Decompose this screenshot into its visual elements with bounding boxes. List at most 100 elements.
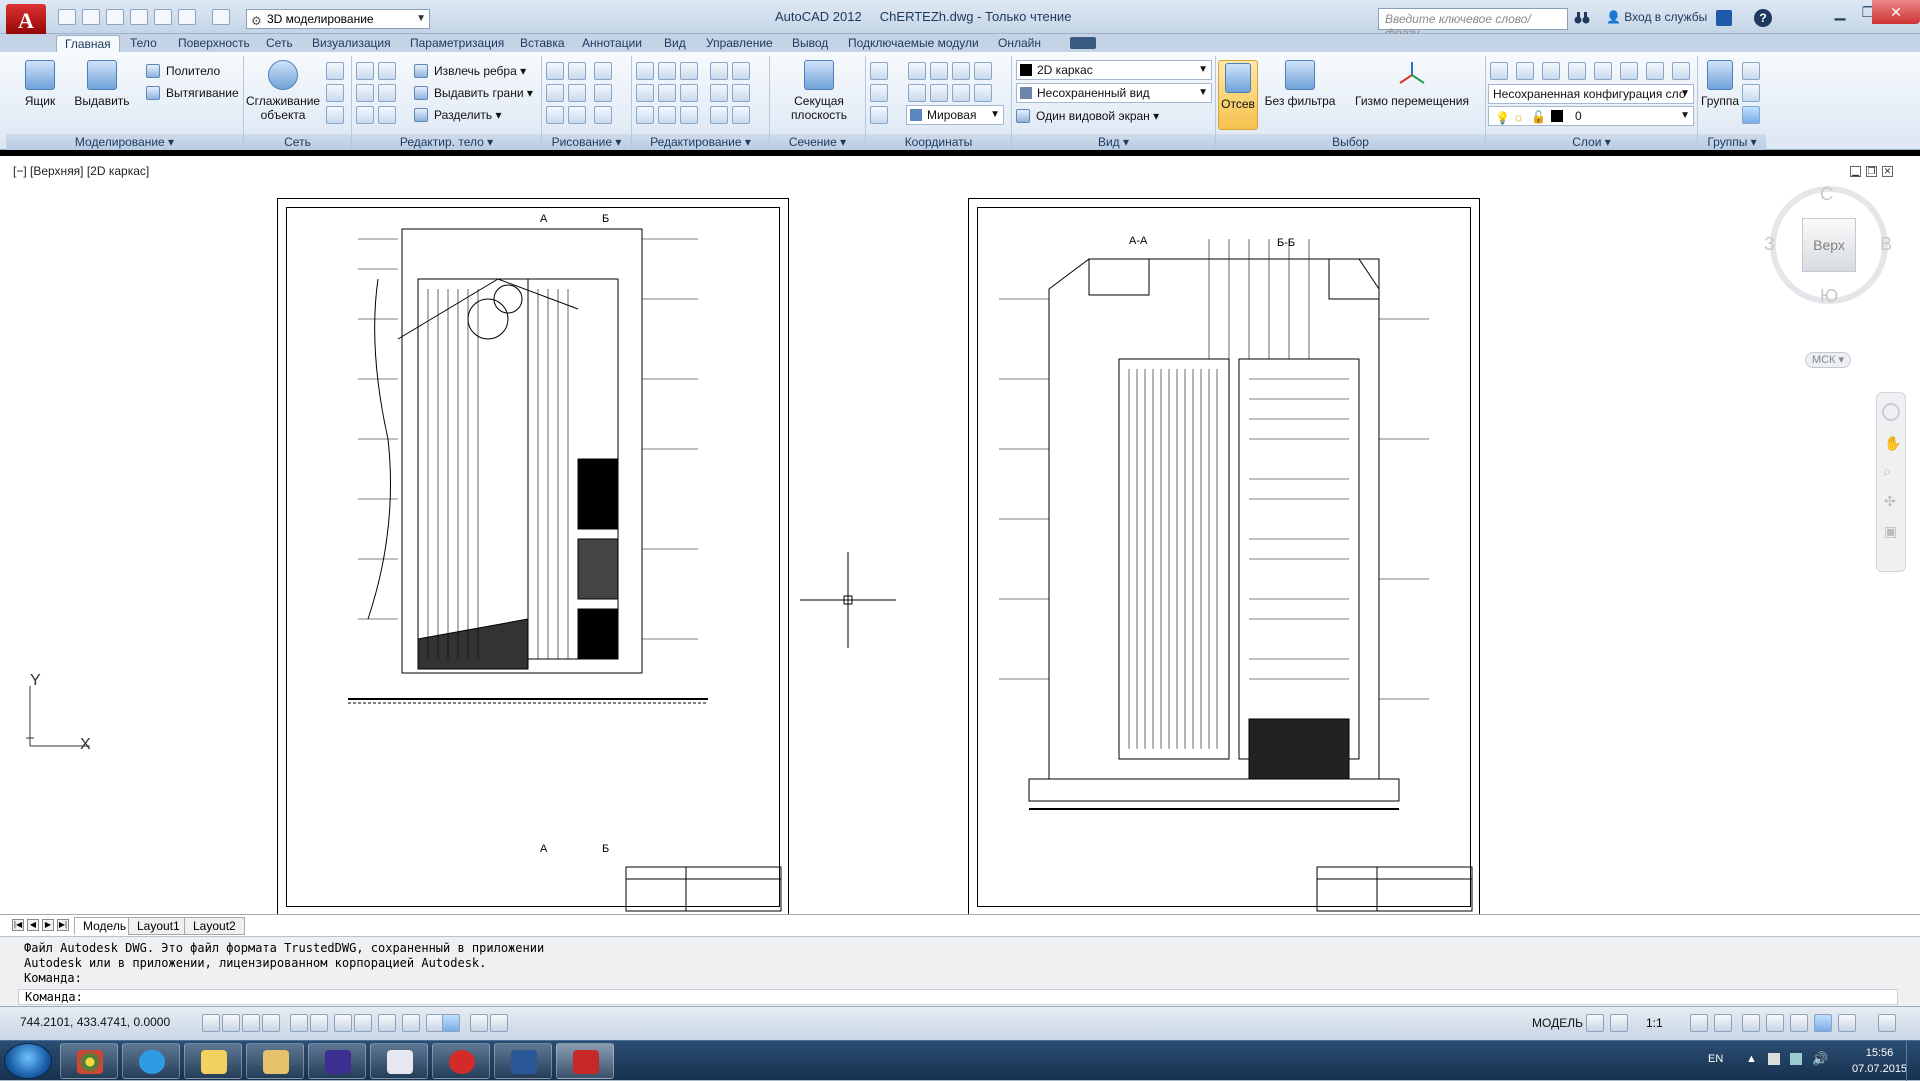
- exchange-icon[interactable]: [1716, 10, 1732, 26]
- tab-home[interactable]: Главная: [56, 35, 120, 52]
- single-viewport-button[interactable]: Один видовой экран ▾: [1016, 107, 1159, 125]
- polygon-icon[interactable]: [546, 106, 564, 124]
- tab-annotate[interactable]: Аннотации: [574, 35, 650, 52]
- start-button[interactable]: [4, 1043, 52, 1079]
- modify-1-icon[interactable]: [636, 62, 654, 80]
- tray-arrow-icon[interactable]: ▲: [1746, 1053, 1757, 1065]
- volume-icon[interactable]: 🔊: [1812, 1051, 1828, 1067]
- panel-section-title[interactable]: Сечение ▾: [770, 134, 865, 150]
- redo-icon[interactable]: [212, 9, 230, 25]
- group-selection-icon[interactable]: [1742, 106, 1760, 124]
- clean-screen-icon[interactable]: [1878, 1014, 1896, 1032]
- viewport-minimize-icon[interactable]: ▁: [1850, 166, 1861, 177]
- compass-west[interactable]: З: [1764, 234, 1775, 255]
- mesh-tool-2-icon[interactable]: [326, 84, 344, 102]
- solid-edit-1-icon[interactable]: [356, 62, 374, 80]
- tab-surface[interactable]: Поверхность: [170, 35, 258, 52]
- saved-view-select[interactable]: Несохраненный вид ▼: [1016, 83, 1212, 103]
- construction-line-icon[interactable]: [568, 84, 586, 102]
- solid-edit-4-icon[interactable]: [378, 62, 396, 80]
- viewcube-top-face[interactable]: Верх: [1802, 218, 1856, 272]
- quick-view-layouts-icon[interactable]: [1586, 1014, 1604, 1032]
- taskbar-autocad[interactable]: [556, 1043, 614, 1079]
- panel-coordinates-title[interactable]: Координаты: [866, 134, 1011, 150]
- workspace-switching-icon[interactable]: [1742, 1014, 1760, 1032]
- modify-10-icon[interactable]: [732, 84, 750, 102]
- annotation-visibility-icon[interactable]: [1690, 1014, 1708, 1032]
- layer-tool-7-icon[interactable]: [1646, 62, 1664, 80]
- polar-tracking-icon[interactable]: [290, 1014, 308, 1032]
- pan-icon[interactable]: ✋: [1884, 435, 1901, 452]
- compass-north[interactable]: С: [1820, 184, 1833, 205]
- isolate-objects-icon[interactable]: [1814, 1014, 1832, 1032]
- modify-11-icon[interactable]: [636, 106, 654, 124]
- quick-properties-icon[interactable]: [442, 1014, 460, 1032]
- tab-manage[interactable]: Управление: [698, 35, 781, 52]
- model-space-button[interactable]: МОДЕЛЬ: [1532, 1016, 1583, 1030]
- save-as-icon[interactable]: [130, 9, 148, 25]
- print-icon[interactable]: [154, 9, 172, 25]
- solid-edit-2-icon[interactable]: [356, 84, 374, 102]
- group-button[interactable]: Группа: [1700, 60, 1740, 108]
- tab-layout2[interactable]: Layout2: [184, 917, 245, 935]
- dynamic-ucs-icon[interactable]: [378, 1014, 396, 1032]
- next-tab-icon[interactable]: ▶: [42, 919, 54, 931]
- cursor-coordinates[interactable]: 744.2101, 433.4741, 0.0000: [20, 1015, 170, 1029]
- ucs-3-icon[interactable]: [930, 62, 948, 80]
- network-icon[interactable]: [1790, 1053, 1802, 1065]
- dynamic-input-icon[interactable]: [402, 1014, 420, 1032]
- ucs-11-icon[interactable]: [870, 106, 888, 124]
- taskbar-explorer[interactable]: [246, 1043, 304, 1079]
- tab-model[interactable]: Модель: [74, 917, 136, 935]
- ribbon-toggle-icon[interactable]: [1070, 37, 1096, 49]
- command-input[interactable]: Команда:: [18, 989, 1898, 1005]
- modify-13-icon[interactable]: [680, 106, 698, 124]
- ucs-8-icon[interactable]: [930, 84, 948, 102]
- visual-style-select[interactable]: 2D каркас ▼: [1016, 60, 1212, 80]
- tab-view[interactable]: Вид: [656, 35, 694, 52]
- smooth-object-button[interactable]: Сглаживание объекта: [246, 60, 320, 122]
- layer-select[interactable]: 💡 ☼ 🔓 0 ▼: [1488, 106, 1694, 126]
- application-menu-button[interactable]: A: [6, 4, 46, 38]
- mesh-tool-1-icon[interactable]: [326, 62, 344, 80]
- ucs-2-icon[interactable]: [908, 62, 926, 80]
- layer-tool-5-icon[interactable]: [1594, 62, 1612, 80]
- modify-4-icon[interactable]: [710, 62, 728, 80]
- first-tab-icon[interactable]: |◀: [12, 919, 24, 931]
- panel-draw-title[interactable]: Рисование ▾: [542, 134, 631, 150]
- taskbar-save-app[interactable]: [308, 1043, 366, 1079]
- infer-constraints-icon[interactable]: [202, 1014, 220, 1032]
- input-language[interactable]: EN: [1708, 1053, 1723, 1065]
- tab-plugins[interactable]: Подключаемые модули: [840, 35, 987, 52]
- new-icon[interactable]: [58, 9, 76, 25]
- section-plane-button[interactable]: Секущая плоскость: [784, 60, 854, 122]
- signin-button[interactable]: 👤 Вход в службы: [1606, 10, 1707, 24]
- tab-solid[interactable]: Тело: [122, 35, 165, 52]
- modify-2-icon[interactable]: [658, 62, 676, 80]
- tab-mesh[interactable]: Сеть: [258, 35, 301, 52]
- status-bar-menu-icon[interactable]: [1838, 1014, 1856, 1032]
- search-input[interactable]: Введите ключевое слово/фразу: [1378, 8, 1568, 40]
- panel-modify-title[interactable]: Редактирование ▾: [632, 134, 769, 150]
- viewport-controls-label[interactable]: [−] [Верхняя] [2D каркас]: [13, 164, 149, 178]
- circle-icon[interactable]: [594, 84, 612, 102]
- viewport-close-icon[interactable]: ✕: [1882, 166, 1893, 177]
- group-tool-1-icon[interactable]: [1742, 62, 1760, 80]
- panel-modeling-title[interactable]: Моделирование ▾: [6, 134, 243, 150]
- ucs-6-icon[interactable]: [870, 84, 888, 102]
- taskbar-ie[interactable]: [122, 1043, 180, 1079]
- spline-icon[interactable]: [546, 84, 564, 102]
- zoom-icon[interactable]: ⌕: [1883, 463, 1891, 480]
- box-button[interactable]: Ящик: [10, 60, 70, 108]
- panel-mesh-title[interactable]: Сеть: [244, 134, 351, 150]
- workspace-select[interactable]: ⚙ 3D моделирование ▼: [246, 9, 430, 29]
- layer-tool-8-icon[interactable]: [1672, 62, 1690, 80]
- open-icon[interactable]: [82, 9, 100, 25]
- modify-5-icon[interactable]: [732, 62, 750, 80]
- steering-wheel-icon[interactable]: [1882, 403, 1900, 421]
- ucs-9-icon[interactable]: [952, 84, 970, 102]
- tab-online[interactable]: Онлайн: [990, 35, 1049, 52]
- panel-selection-title[interactable]: Выбор: [1216, 134, 1485, 150]
- ucs-menu[interactable]: МСК ▾: [1805, 352, 1851, 368]
- snap-mode-icon[interactable]: [222, 1014, 240, 1032]
